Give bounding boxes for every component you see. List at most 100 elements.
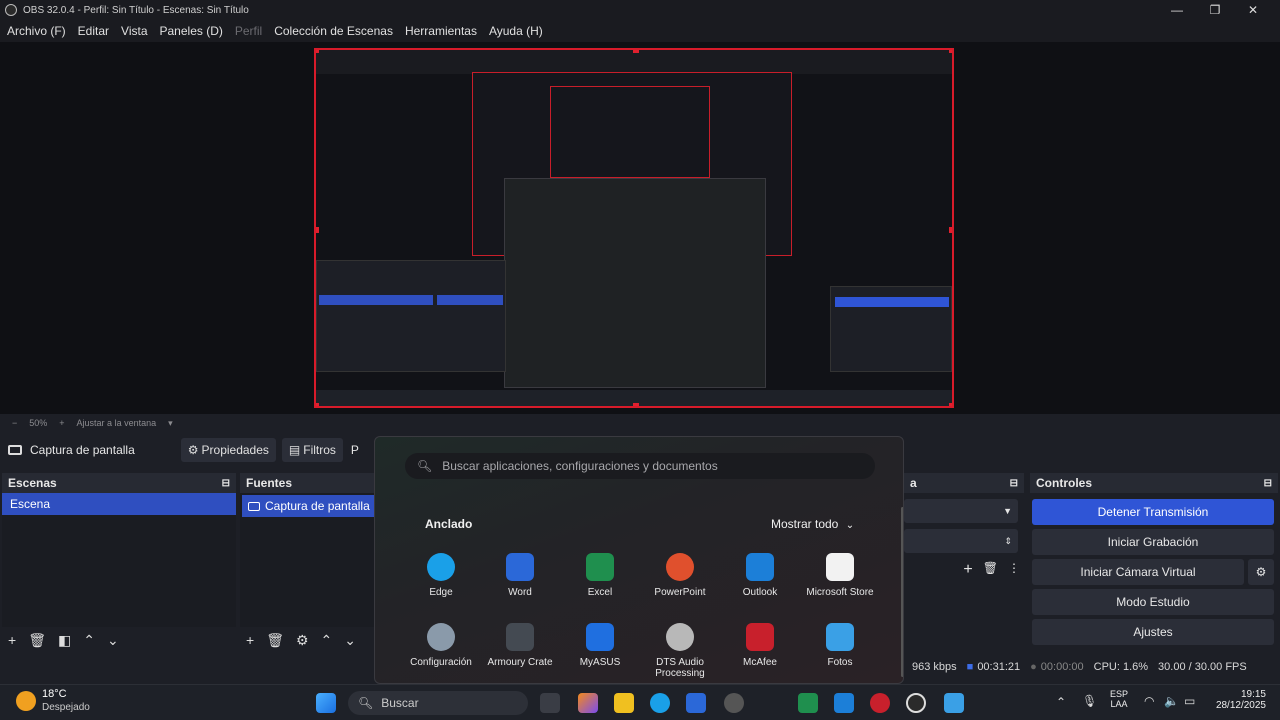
more-icon[interactable]: ⋮ [1008, 561, 1020, 579]
app-mcafee[interactable]: McAfee [720, 623, 800, 668]
zoom-out-button[interactable]: − [12, 418, 17, 428]
armoury-crate-icon[interactable] [724, 693, 744, 713]
edge-icon [427, 553, 455, 581]
dock-menu-icon[interactable]: ⊟ [1010, 478, 1018, 489]
app-microsoft-store[interactable]: Microsoft Store [800, 553, 880, 598]
add-icon[interactable]: + [246, 632, 254, 648]
start-menu: 🔍︎ Buscar aplicaciones, configuraciones … [374, 436, 904, 684]
app-powerpoint[interactable]: PowerPoint [640, 553, 720, 598]
app-fotos[interactable]: Fotos [800, 623, 880, 668]
app-outlook[interactable]: Outlook [720, 553, 800, 598]
battery-icon[interactable]: ▭ [1184, 694, 1195, 708]
windows-start-icon[interactable] [316, 693, 336, 713]
menu-editar[interactable]: Editar [78, 24, 109, 38]
close-button[interactable]: ✕ [1234, 0, 1272, 20]
wifi-icon[interactable]: ◠ [1144, 694, 1154, 708]
menu-archivo[interactable]: Archivo (F) [7, 24, 66, 38]
start-menu-scrollbar[interactable] [901, 507, 903, 677]
menu-paneles[interactable]: Paneles (D) [160, 24, 223, 38]
app-label: MyASUS [579, 657, 621, 668]
date: 28/12/2025 [1215, 700, 1266, 711]
transitions-title-partial: a [910, 476, 917, 490]
store-icon[interactable] [686, 693, 706, 713]
trash-icon[interactable]: 🗑 [983, 561, 998, 579]
task-view-icon[interactable] [540, 693, 560, 713]
settings-button[interactable]: Ajustes [1032, 619, 1274, 645]
chevron-down-icon[interactable]: ⌄ [344, 632, 356, 649]
app-edge[interactable]: Edge [401, 553, 481, 598]
app-excel[interactable]: Excel [560, 553, 640, 598]
chevron-up-icon[interactable]: ⌃ [321, 632, 333, 649]
start-virtual-camera-button[interactable]: Iniciar Cámara Virtual [1032, 559, 1244, 585]
microphone-icon[interactable]: 🎙 [1082, 694, 1097, 708]
chevron-down-icon[interactable]: ▾ [168, 418, 173, 429]
settings-gear-icon [427, 623, 455, 651]
resize-handle-bl[interactable] [316, 403, 319, 406]
gear-icon[interactable]: ⚙ [296, 632, 309, 649]
chevron-down-icon[interactable]: ⌄ [107, 632, 119, 649]
chevron-up-icon[interactable]: ⌃ [83, 632, 95, 649]
app-label: Armoury Crate [487, 657, 553, 668]
app-armoury-crate[interactable]: Armoury Crate [480, 623, 560, 668]
properties-button[interactable]: ⚙ Propiedades [180, 438, 276, 462]
menu-herramientas[interactable]: Herramientas [405, 24, 477, 38]
search-icon: 🔍︎ [417, 459, 433, 473]
menu-vista[interactable]: Vista [121, 24, 147, 38]
show-all-button[interactable]: Mostrar todo ⌄ [771, 517, 854, 531]
volume-icon[interactable]: 🔈 [1164, 694, 1179, 708]
app-configuracion[interactable]: Configuración [401, 623, 481, 668]
xbox-icon[interactable] [798, 693, 818, 713]
obs-icon[interactable] [906, 693, 926, 713]
weather-icon[interactable] [16, 691, 36, 711]
app-dts-audio[interactable]: DTS Audio Processing [640, 623, 720, 679]
studio-mode-button[interactable]: Modo Estudio [1032, 589, 1274, 615]
filter-icon[interactable]: ◧ [58, 632, 71, 649]
gear-icon: ⚙ [187, 443, 199, 457]
menu-coleccion-escenas[interactable]: Colección de Escenas [274, 24, 393, 38]
stop-stream-button[interactable]: Detener Transmisión [1032, 499, 1274, 525]
app-word[interactable]: Word [480, 553, 560, 598]
taskbar-search[interactable]: 🔍︎ Buscar [348, 691, 528, 715]
virtual-camera-settings-button[interactable]: ⚙ [1248, 559, 1274, 585]
zoom-in-button[interactable]: + [59, 418, 64, 428]
resize-handle-t[interactable] [633, 50, 639, 53]
source-item[interactable]: Captura de pantalla [242, 495, 374, 517]
app-icon[interactable] [870, 693, 890, 713]
file-explorer-icon[interactable] [614, 693, 634, 713]
minimize-button[interactable]: — [1158, 0, 1196, 20]
start-recording-button[interactable]: Iniciar Grabación [1032, 529, 1274, 555]
resize-handle-br[interactable] [949, 403, 952, 406]
maximize-button[interactable]: ❐ [1196, 0, 1234, 20]
chevron-up-icon[interactable]: ⌃ [1056, 695, 1066, 709]
dock-menu-icon[interactable]: ⊟ [1264, 478, 1272, 489]
menu-ayuda[interactable]: Ayuda (H) [489, 24, 543, 38]
resize-handle-b[interactable] [633, 403, 639, 406]
trash-icon[interactable]: 🗑 [266, 632, 284, 649]
language-indicator[interactable]: ESP LAA [1110, 689, 1128, 709]
trash-icon[interactable]: 🗑 [28, 632, 46, 649]
preview-canvas[interactable] [314, 48, 954, 408]
transition-select[interactable]: ▼ [904, 499, 1018, 523]
copilot-icon[interactable] [578, 693, 598, 713]
add-icon[interactable]: + [8, 632, 16, 648]
add-icon[interactable]: + [963, 561, 972, 579]
weather-temp[interactable]: 18°C [42, 688, 67, 700]
app-label: Word [508, 587, 532, 598]
outlook-icon[interactable] [834, 693, 854, 713]
duration-spinbox[interactable]: ⇕ [904, 529, 1018, 553]
edge-icon[interactable] [650, 693, 670, 713]
dock-menu-icon[interactable]: ⊟ [222, 478, 230, 489]
resize-handle-tl[interactable] [316, 50, 319, 53]
resize-handle-tr[interactable] [949, 50, 952, 53]
pinned-app-icon[interactable] [944, 693, 964, 713]
resize-handle-r[interactable] [949, 227, 952, 233]
taskbar: 18°C Despejado 🔍︎ Buscar ⌃ 🎙 ESP LAA ◠ 🔈… [0, 684, 1280, 720]
zoom-fit-select[interactable]: Ajustar a la ventana [77, 418, 157, 428]
properties-label: Propiedades [201, 443, 269, 457]
scene-item[interactable]: Escena [2, 493, 236, 515]
app-myasus[interactable]: MyASUS [560, 623, 640, 668]
start-search-input[interactable]: 🔍︎ Buscar aplicaciones, configuraciones … [405, 453, 875, 479]
filters-button[interactable]: ▤ Filtros [281, 438, 343, 462]
clock[interactable]: 19:15 28/12/2025 [1210, 689, 1266, 711]
resize-handle-l[interactable] [316, 227, 319, 233]
